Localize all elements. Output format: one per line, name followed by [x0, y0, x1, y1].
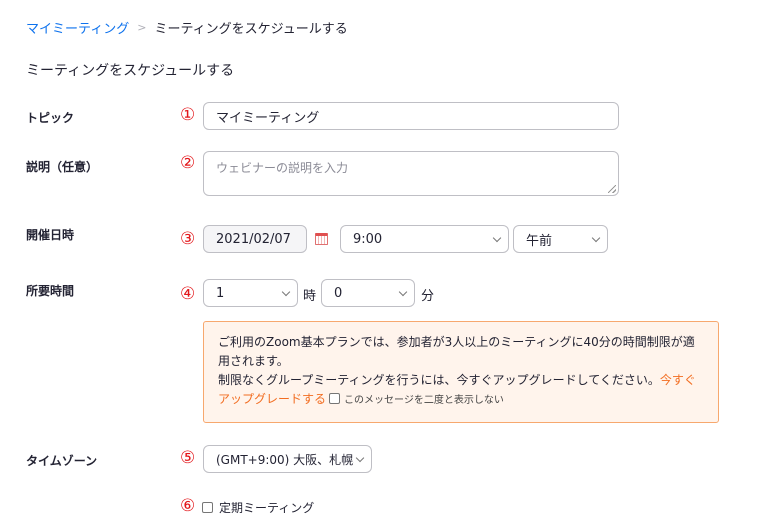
chevron-down-icon [355, 453, 365, 462]
chevron-down-icon [492, 233, 502, 242]
resize-handle-icon[interactable] [608, 185, 616, 193]
dont-show-label: このメッセージを二度と表示しない [344, 395, 504, 406]
page-title: ミーティングをスケジュールする [26, 63, 235, 79]
recurring-meeting-label: 定期ミーティング [219, 501, 315, 515]
step-number-4: ④ [180, 284, 196, 304]
timezone-select[interactable]: (GMT+9:00) 大阪、札幌、 [203, 445, 372, 473]
topic-input[interactable]: マイミーティング [203, 102, 619, 130]
time-value: 9:00 [353, 231, 383, 247]
datetime-label: 開催日時 [26, 228, 75, 242]
ampm-select[interactable]: 午前 [513, 225, 608, 253]
description-placeholder: ウェビナーの説明を入力 [216, 161, 349, 175]
notice-text-2: 制限なくグループミーティングを行うには、今すぐアップグレードしてください。 [218, 373, 660, 387]
breadcrumb: マイミーティング > ミーティングをスケジュールする [26, 18, 348, 37]
duration-minutes-select[interactable]: 0 [321, 279, 415, 307]
minutes-unit: 分 [421, 289, 435, 304]
dont-show-checkbox[interactable] [329, 393, 341, 404]
timezone-value: (GMT+9:00) 大阪、札幌、 [216, 452, 354, 467]
timezone-label: タイムゾーン [26, 454, 98, 468]
step-number-1: ① [180, 105, 196, 125]
recurring-meeting-option[interactable]: 定期ミーティング [200, 499, 314, 516]
duration-hours-value: 1 [216, 285, 225, 301]
breadcrumb-current: ミーティングをスケジュールする [154, 22, 348, 37]
description-textarea[interactable]: ウェビナーの説明を入力 [203, 151, 619, 196]
duration-hours-select[interactable]: 1 [203, 279, 298, 307]
step-number-2: ② [180, 153, 196, 173]
chevron-down-icon [281, 287, 291, 296]
breadcrumb-my-meetings-link[interactable]: マイミーティング [26, 18, 129, 37]
recurring-meeting-checkbox[interactable] [202, 502, 213, 513]
chevron-down-icon [398, 287, 408, 296]
time-select[interactable]: 9:00 [340, 225, 509, 253]
description-label: 説明（任意） [26, 160, 99, 174]
notice-text-1: ご利用のZoom基本プランでは、参加者が3人以上のミーティングに40分の時間制限… [218, 335, 695, 368]
duration-label: 所要時間 [26, 284, 75, 298]
duration-minutes-value: 0 [334, 285, 343, 301]
date-input[interactable]: 2021/02/07 [203, 225, 307, 253]
ampm-value: 午前 [526, 233, 553, 249]
step-number-3: ③ [180, 229, 196, 249]
time-limit-notice: ご利用のZoom基本プランでは、参加者が3人以上のミーティングに40分の時間制限… [203, 321, 719, 423]
topic-label: トピック [26, 111, 75, 125]
calendar-icon[interactable] [315, 233, 328, 245]
hours-unit: 時 [303, 289, 317, 304]
breadcrumb-separator: > [137, 21, 147, 34]
chevron-down-icon [591, 233, 601, 242]
step-number-6: ⑥ [180, 496, 196, 516]
step-number-5: ⑤ [180, 448, 196, 468]
